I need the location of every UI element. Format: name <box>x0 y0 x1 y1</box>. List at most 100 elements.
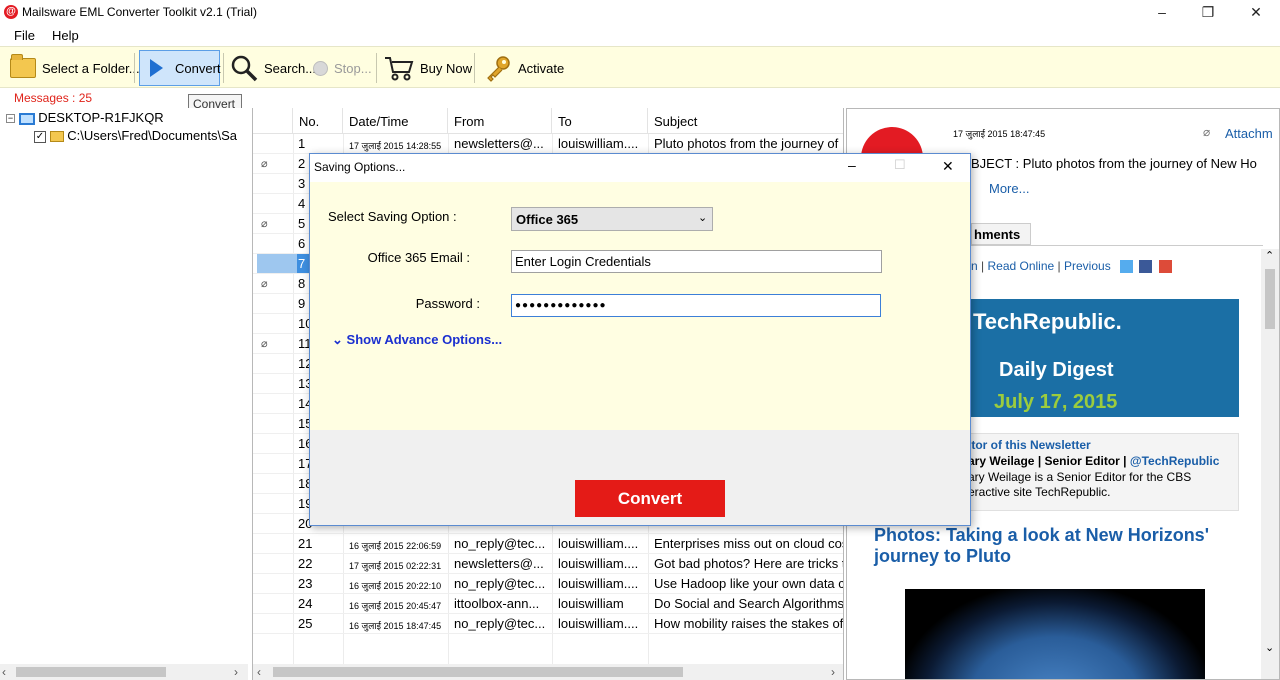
minimize-button[interactable]: – <box>1150 2 1174 22</box>
row-number: 1 <box>298 136 306 151</box>
scroll-thumb[interactable] <box>1265 269 1275 329</box>
row-subject: Pluto photos from the journey of <box>654 136 839 151</box>
earth-image <box>905 589 1205 679</box>
link-fragment[interactable]: n <box>971 259 978 273</box>
more-link[interactable]: More... <box>989 181 1029 196</box>
scroll-right-icon[interactable]: › <box>831 665 835 679</box>
collapse-icon[interactable]: − <box>6 114 15 124</box>
close-button[interactable]: ✕ <box>1244 2 1268 22</box>
restore-button[interactable]: ❐ <box>1196 2 1220 22</box>
scroll-up-icon[interactable]: ⌃ <box>1265 249 1274 262</box>
select-folder-label: Select a Folder... <box>42 60 140 76</box>
at-logo-icon: @ <box>4 5 18 19</box>
paperclip-icon: ⌀ <box>1203 125 1211 139</box>
previous-link[interactable]: Previous <box>1064 259 1111 273</box>
menu-bar: File Help <box>0 24 1280 46</box>
scroll-down-icon[interactable]: ⌄ <box>1265 641 1274 654</box>
row-subject: Do Social and Search Algorithms <box>654 596 844 611</box>
table-row[interactable]: 22 17 जुलाई 2015 02:22:31 newsletters@... l… <box>253 554 843 574</box>
scroll-right-icon[interactable]: › <box>234 665 238 679</box>
toolbar-divider <box>474 53 475 83</box>
bio-name-text: ary Weilage | Senior Editor | <box>968 454 1130 468</box>
divider <box>965 245 1263 246</box>
tree-child[interactable]: ✓ C:\Users\Fred\Documents\Sa <box>34 128 237 143</box>
dialog-body: Select Saving Option : Office 365 ⌄ Offi… <box>310 182 970 430</box>
password-input[interactable]: ●●●●●●●●●●●●● <box>511 294 881 317</box>
bio-text-1: ary Weilage is a Senior Editor for the C… <box>968 470 1192 484</box>
dialog-title: Saving Options... <box>314 160 406 174</box>
google-plus-icon[interactable] <box>1158 260 1172 274</box>
row-to: louiswilliam.... <box>558 576 639 591</box>
menu-file[interactable]: File <box>14 28 35 43</box>
scroll-thumb[interactable] <box>16 667 166 677</box>
menu-help[interactable]: Help <box>52 28 79 43</box>
dialog-title-bar: Saving Options... – ☐ ✕ <box>310 154 970 182</box>
stop-icon <box>313 60 328 76</box>
select-folder-button[interactable]: Select a Folder... <box>6 50 144 86</box>
paperclip-icon: ⌀ <box>261 218 268 230</box>
table-row[interactable]: 25 16 जुलाई 2015 18:47:45 no_reply@tec... l… <box>253 614 843 634</box>
row-to: louiswilliam.... <box>558 136 639 151</box>
office365-email-input[interactable]: Enter Login Credentials <box>511 250 882 273</box>
toolbar: Select a Folder... Convert Search... Sto… <box>0 46 1280 88</box>
twitter-icon[interactable] <box>1120 260 1134 274</box>
column-header-subject[interactable]: Subject <box>648 108 843 134</box>
grid-horizontal-scrollbar[interactable]: ‹ › <box>253 664 843 680</box>
facebook-icon[interactable] <box>1139 260 1153 274</box>
activate-button[interactable]: Activate <box>480 50 568 86</box>
column-header-no[interactable]: No. <box>293 108 343 134</box>
preview-vertical-scrollbar[interactable]: ⌃ ⌄ <box>1261 249 1279 679</box>
checkbox-checked-icon[interactable]: ✓ <box>34 130 46 143</box>
twitter-handle-link[interactable]: @TechRepublic <box>1130 454 1220 468</box>
convert-toolbar-button[interactable]: Convert <box>139 50 221 86</box>
preview-links: n | Read Online | Previous <box>971 259 1172 274</box>
row-to: louiswilliam <box>558 596 624 611</box>
tree-root-label: DESKTOP-R1FJKQR <box>38 110 164 125</box>
table-row[interactable]: 1 17 जुलाई 2015 14:28:55 newsletters@... lo… <box>253 134 843 154</box>
table-row[interactable]: 23 16 जुलाई 2015 20:22:10 no_reply@tec... l… <box>253 574 844 594</box>
row-number: 22 <box>298 556 313 571</box>
search-button[interactable]: Search... <box>226 50 320 86</box>
scroll-left-icon[interactable]: ‹ <box>257 665 261 679</box>
column-header-attach <box>253 108 293 134</box>
scroll-left-icon[interactable]: ‹ <box>2 665 6 679</box>
play-icon <box>150 59 163 77</box>
row-date: 16 जुलाई 2015 20:45:47 <box>349 601 442 611</box>
stop-button[interactable]: Stop... <box>309 50 376 86</box>
left-horizontal-scrollbar[interactable]: ‹ › <box>0 664 248 680</box>
row-from: no_reply@tec... <box>454 576 546 591</box>
key-icon <box>487 56 510 82</box>
dialog-close-button[interactable]: ✕ <box>942 158 954 175</box>
buy-now-button[interactable]: Buy Now <box>380 50 476 86</box>
read-online-link[interactable]: Read Online <box>987 259 1054 273</box>
row-to: louiswilliam.... <box>558 536 639 551</box>
convert-button[interactable]: Convert <box>575 480 725 517</box>
stop-label: Stop... <box>334 60 372 76</box>
dialog-minimize-button[interactable]: – <box>848 157 856 173</box>
table-row[interactable]: 21 16 जुलाई 2015 22:06:59 no_reply@tec... l… <box>253 534 844 554</box>
buy-now-label: Buy Now <box>420 60 473 76</box>
techrepublic-banner: TechRepublic. Daily Digest July 17, 2015 <box>967 299 1239 417</box>
table-row[interactable]: 24 16 जुलाई 2015 20:45:47 ittoolbox-ann...… <box>253 594 844 614</box>
row-from: no_reply@tec... <box>454 536 546 551</box>
convert-label: Convert <box>175 60 221 76</box>
column-header-from[interactable]: From <box>448 108 552 134</box>
bio-text-2: eractive site TechRepublic. <box>968 485 1111 499</box>
row-subject: Enterprises miss out on cloud cos <box>654 536 844 551</box>
saving-option-label: Select Saving Option : <box>328 209 457 224</box>
techrepublic-logo: TechRepublic. <box>973 309 1122 334</box>
attachments-link[interactable]: Attachm <box>1225 126 1273 141</box>
tab-attachments[interactable]: hments <box>971 223 1031 245</box>
tree-root[interactable]: − DESKTOP-R1FJKQR <box>6 110 164 125</box>
saving-option-select[interactable]: Office 365 ⌄ <box>511 207 713 231</box>
article-headline[interactable]: Photos: Taking a look at New Horizons' j… <box>874 525 1234 567</box>
show-advance-options-toggle[interactable]: ⌄ Show Advance Options... <box>332 332 502 348</box>
dialog-maximize-button[interactable]: ☐ <box>894 157 906 173</box>
paperclip-icon: ⌀ <box>261 278 268 290</box>
row-subject: Use Hadoop like your own data c <box>654 576 844 591</box>
row-from: newsletters@... <box>454 556 544 571</box>
column-header-date[interactable]: Date/Time <box>343 108 448 134</box>
row-date: 16 जुलाई 2015 22:06:59 <box>349 541 442 551</box>
column-header-to[interactable]: To <box>552 108 648 134</box>
scroll-thumb[interactable] <box>273 667 683 677</box>
